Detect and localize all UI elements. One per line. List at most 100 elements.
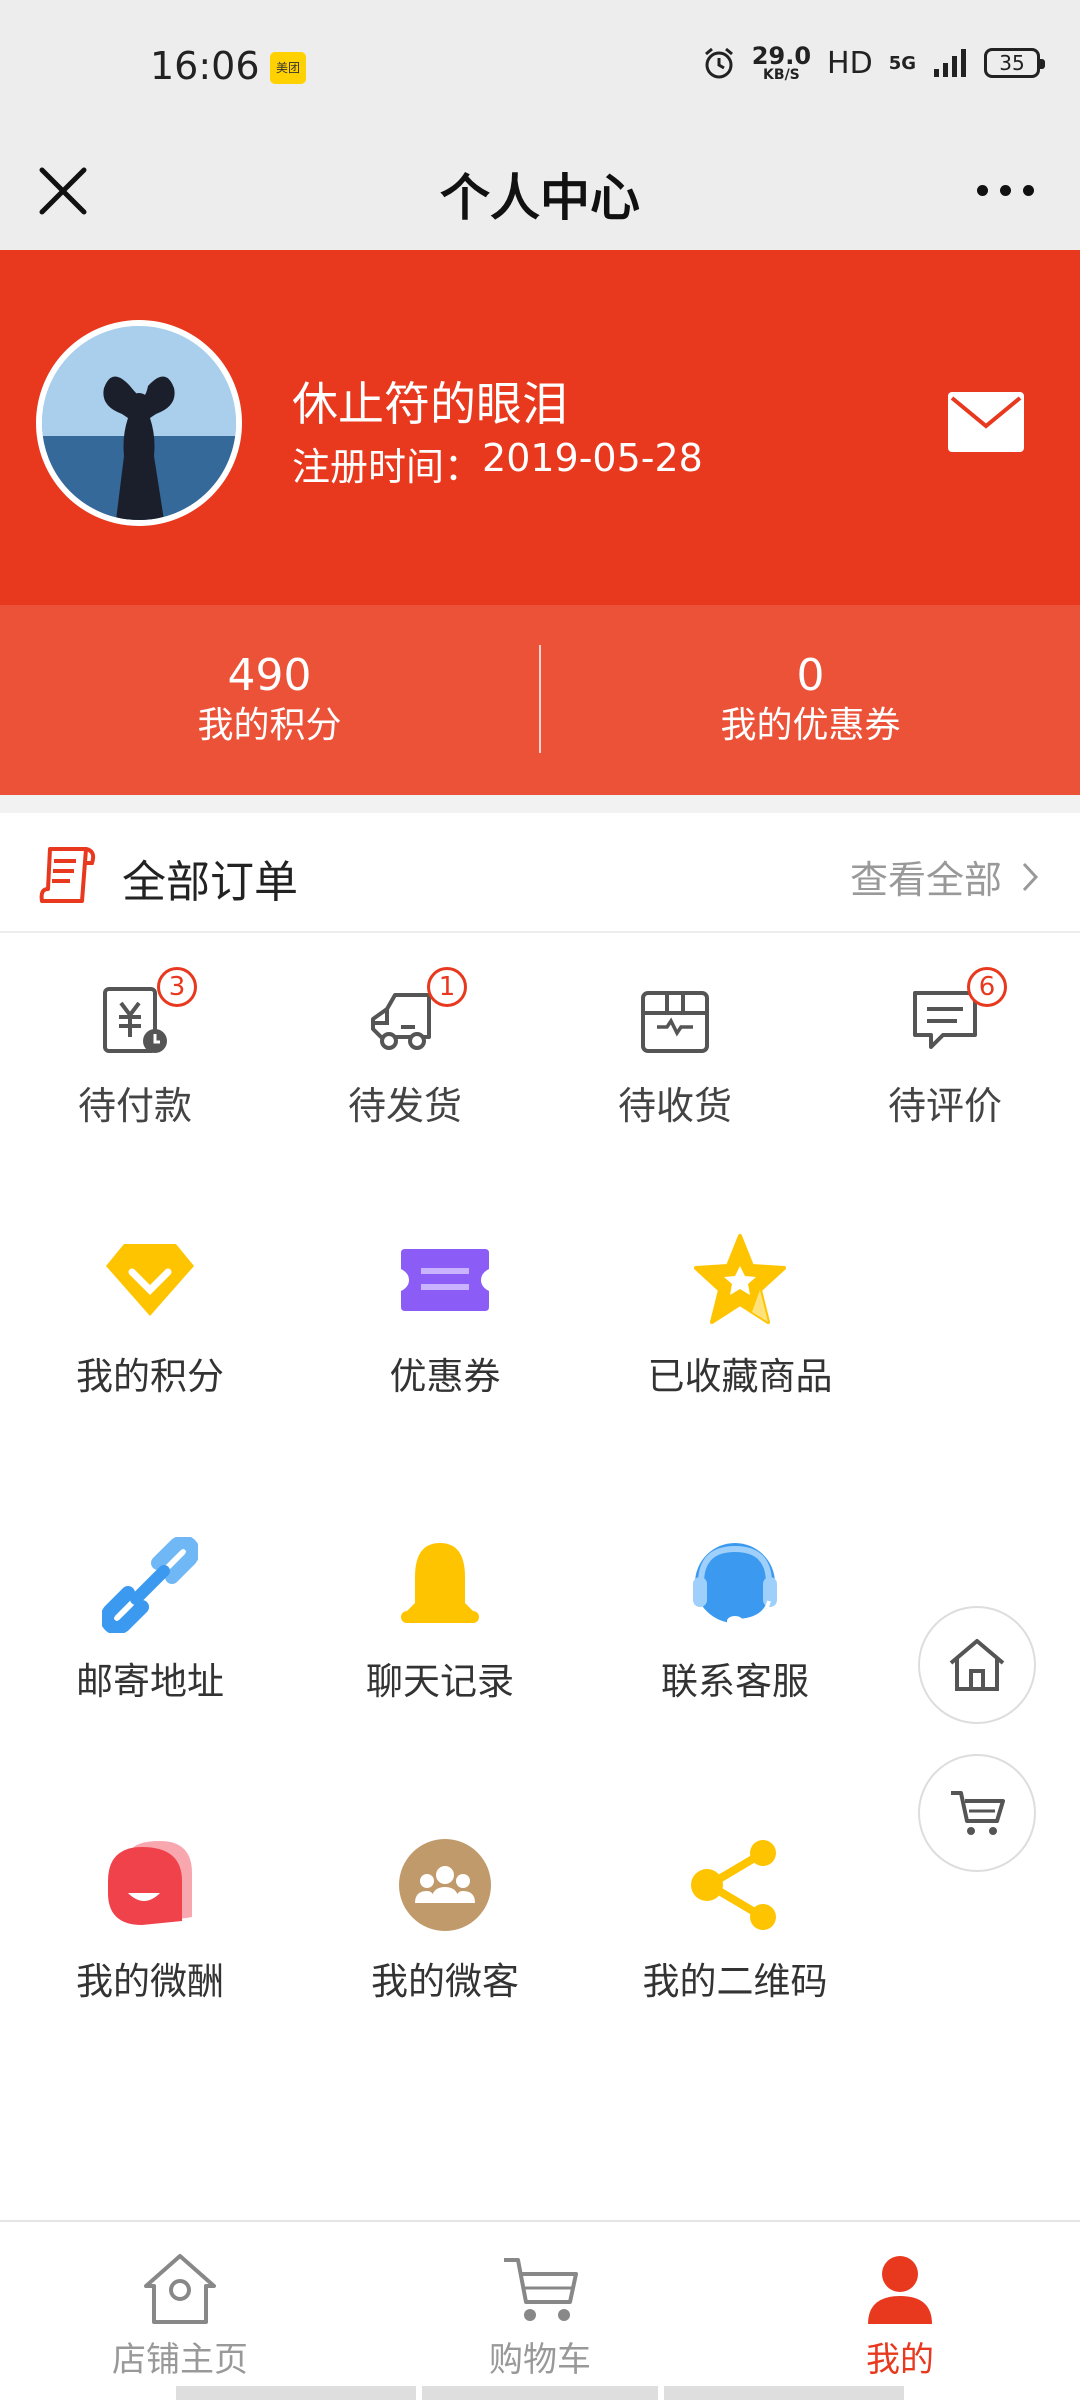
tool-label: 我的积分: [76, 1355, 224, 1398]
register-info: 注册时间： 2019-05-28: [292, 436, 703, 491]
avatar-photo: [42, 326, 236, 520]
points-label: 我的积分: [197, 705, 342, 746]
profile-header: 休止符的眼泪 注册时间： 2019-05-28: [0, 250, 1080, 605]
tool-icon-wrap: [685, 1835, 785, 1935]
message-button[interactable]: [946, 390, 1026, 454]
tool-label: 我的微客: [371, 1960, 519, 2003]
pending-payment-label: 待付款: [77, 1084, 192, 1128]
alarm-icon: [704, 47, 733, 79]
battery-icon: 35: [984, 48, 1045, 78]
tool-address[interactable]: 邮寄地址: [0, 1535, 300, 1705]
diamond-icon: [106, 1244, 194, 1316]
order-icon-wrap: 1: [367, 967, 467, 1059]
order-icon-wrap: 3: [97, 967, 197, 1059]
pending-review-badge: 6: [967, 967, 1007, 1007]
register-label: 注册时间：: [292, 445, 483, 489]
more-dot-icon: [976, 184, 988, 196]
star-icon: [694, 1234, 786, 1324]
section-gap: [0, 795, 1080, 813]
stat-coupons[interactable]: 0 我的优惠券: [541, 605, 1080, 795]
home-indicator-segment: [664, 2386, 904, 2400]
tool-favorites[interactable]: 已收藏商品: [590, 1230, 890, 1400]
pending-review-label: 待评价: [887, 1084, 1002, 1128]
order-pending-shipment[interactable]: 1 待发货: [270, 933, 540, 1153]
meituan-app-icon: 美团: [270, 52, 306, 84]
network-speed: 29.0 KB/S: [751, 42, 812, 83]
order-list-icon: [39, 847, 96, 903]
tool-label: 已收藏商品: [647, 1355, 833, 1398]
cart-icon: [504, 2258, 578, 2321]
tool-icon-wrap: [100, 1230, 200, 1330]
order-pending-payment[interactable]: 3 待付款: [0, 933, 270, 1153]
nav-label: 我的: [866, 2340, 934, 2380]
order-icon-wrap: [637, 983, 713, 1059]
pending-shipment-badge: 1: [427, 967, 467, 1007]
title-bar: 个人中心: [0, 130, 1080, 250]
view-all-link[interactable]: 查看全部: [850, 849, 1040, 904]
link-icon: [102, 1537, 198, 1633]
nav-cart[interactable]: 购物车: [360, 2222, 720, 2400]
avatar[interactable]: [36, 320, 242, 526]
headset-icon: [693, 1543, 777, 1626]
smile-icon: [108, 1841, 192, 1925]
more-dot-icon: [1022, 184, 1034, 196]
chevron-right-icon: [1022, 862, 1039, 891]
tool-label: 聊天记录: [366, 1660, 514, 1703]
coupons-label: 我的优惠券: [720, 705, 901, 746]
register-date: 2019-05-28: [482, 436, 703, 480]
float-cart-button[interactable]: [918, 1754, 1036, 1872]
nav-shop-home[interactable]: 店铺主页: [0, 2222, 360, 2400]
tool-label: 我的微酬: [76, 1960, 224, 2003]
nav-mine[interactable]: 我的: [720, 2222, 1080, 2400]
all-orders-title: 全部订单: [122, 857, 298, 908]
nav-label: 购物车: [489, 2340, 591, 2380]
bell-icon: [401, 1543, 479, 1623]
bottom-nav: 店铺主页 购物车 我的: [0, 2220, 1080, 2400]
username: 休止符的眼泪: [292, 377, 568, 431]
float-home-button[interactable]: [918, 1606, 1036, 1724]
home-icon: [949, 1639, 1005, 1691]
network-type: 5G: [888, 52, 916, 74]
tool-icon-wrap: [395, 1835, 495, 1935]
order-pending-review[interactable]: 6 待评价: [810, 933, 1080, 1153]
tool-my-qrcode[interactable]: 我的二维码: [585, 1835, 885, 2005]
user-icon: [868, 2256, 932, 2324]
group-icon: [399, 1839, 491, 1931]
page-title: 个人中心: [440, 169, 640, 227]
pending-payment-badge: 3: [157, 967, 197, 1007]
nav-label: 店铺主页: [112, 2340, 248, 2380]
tool-icon-wrap: [685, 1535, 785, 1635]
tool-coupons[interactable]: 优惠券: [295, 1230, 595, 1400]
all-orders-row[interactable]: 全部订单 查看全部: [0, 813, 1080, 933]
tool-icon-wrap: [100, 1535, 200, 1635]
tool-customer-service[interactable]: 联系客服: [585, 1535, 885, 1705]
stat-points[interactable]: 490 我的积分: [0, 605, 539, 795]
tool-icon-wrap: [390, 1535, 490, 1635]
tool-icon-wrap: [100, 1835, 200, 1935]
tool-label: 邮寄地址: [76, 1660, 224, 1703]
tool-my-points[interactable]: 我的积分: [0, 1230, 300, 1400]
cart-icon: [951, 1791, 1005, 1835]
hd-indicator: HD: [827, 45, 873, 81]
stats-bar: 490 我的积分 0 我的优惠券: [0, 605, 1080, 795]
status-right: 29.0 KB/S HD 5G 35: [702, 42, 1045, 83]
signal-icon: [934, 49, 966, 77]
coupon-icon: [401, 1249, 489, 1311]
order-pending-receipt[interactable]: 待收货: [540, 933, 810, 1153]
order-icon-wrap: 6: [907, 967, 1007, 1059]
pending-shipment-label: 待发货: [347, 1084, 462, 1128]
package-box-icon: [641, 991, 709, 1053]
tool-my-customers[interactable]: 我的微客: [295, 1835, 595, 2005]
tool-chat-history[interactable]: 聊天记录: [290, 1535, 590, 1705]
points-value: 490: [227, 650, 312, 702]
tool-label: 我的二维码: [642, 1960, 828, 2003]
tool-my-reward[interactable]: 我的微酬: [0, 1835, 300, 2005]
home-indicator-segment: [176, 2386, 416, 2400]
tool-icon-wrap: [690, 1230, 790, 1330]
order-status-row: 3 待付款 1 待发货 待收货 6 待评价: [0, 933, 1080, 1153]
shop-home-icon: [144, 2254, 216, 2324]
mail-icon: [948, 392, 1024, 452]
more-button[interactable]: [955, 150, 1055, 230]
status-bar: 16:06 美团 29.0 KB/S HD 5G 35: [0, 0, 1080, 130]
share-icon: [691, 1840, 776, 1930]
